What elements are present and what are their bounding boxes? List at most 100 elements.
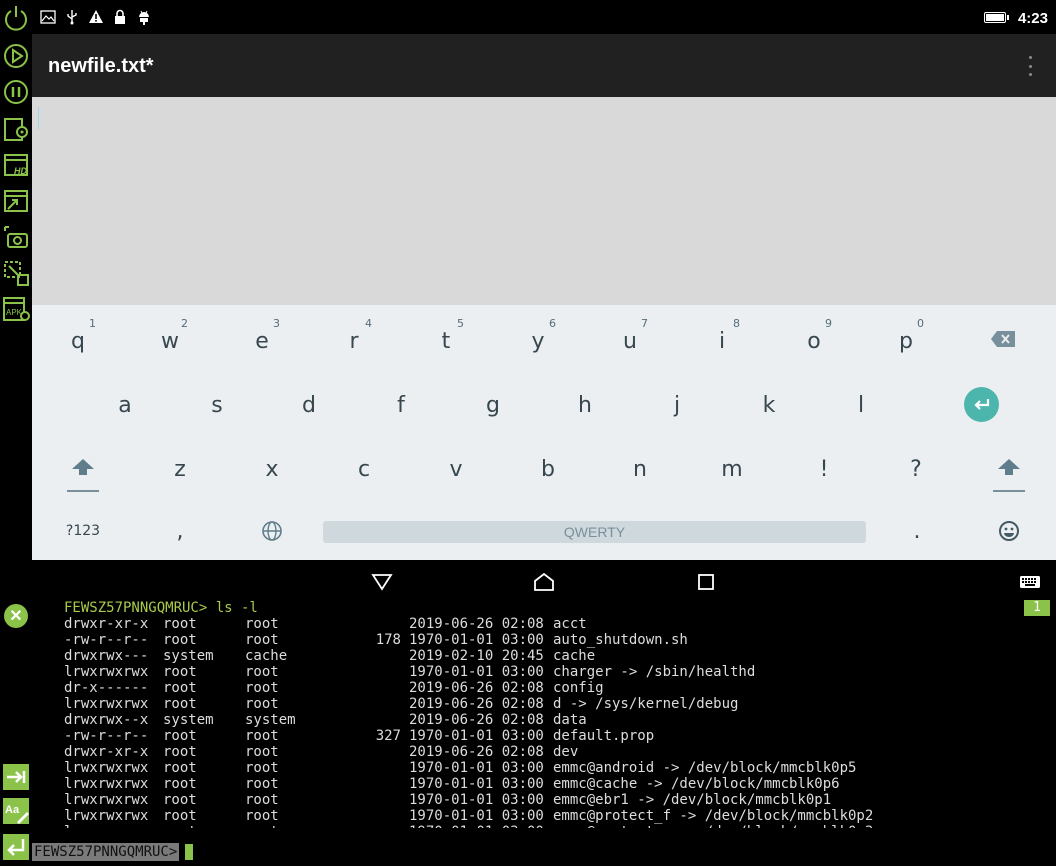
listing-perm: lrwxrwxrwx bbox=[64, 808, 149, 824]
key-x[interactable]: x bbox=[226, 437, 318, 501]
listing-size bbox=[335, 744, 401, 760]
terminal-output: FEWSZ57PNNGQMRUC> ls -l 1 drwxr-xr-x root… bbox=[32, 600, 1056, 828]
key-exclamation[interactable]: ! bbox=[778, 437, 870, 501]
close-session-icon[interactable]: ✕ bbox=[4, 604, 28, 628]
globe-icon[interactable] bbox=[226, 499, 318, 563]
listing-owner: root bbox=[163, 792, 197, 808]
key-m[interactable]: m bbox=[686, 437, 778, 501]
key-label: y bbox=[531, 328, 545, 354]
period-key[interactable]: . bbox=[871, 499, 963, 563]
key-p[interactable]: p0 bbox=[860, 309, 952, 373]
key-label: i bbox=[718, 328, 726, 354]
key-o[interactable]: o9 bbox=[768, 309, 860, 373]
key-u[interactable]: u7 bbox=[584, 309, 676, 373]
listing-size bbox=[335, 824, 401, 828]
listing-perm: -rw-r--r-- bbox=[64, 632, 149, 648]
listing-owner: root bbox=[163, 616, 197, 632]
tab-key-icon[interactable] bbox=[1, 762, 31, 792]
hd-label: HD bbox=[14, 166, 27, 176]
listing-perm: dr-x------ bbox=[64, 680, 149, 696]
key-hint: 0 bbox=[917, 317, 924, 330]
listing-row: lrwxrwxrwx root root 1970-01-01 03:00 emmc@e… bbox=[64, 792, 873, 808]
key-j[interactable]: j bbox=[631, 373, 723, 437]
play-icon[interactable] bbox=[1, 41, 31, 71]
listing-perm: drwxrwx--x bbox=[64, 712, 149, 728]
listing-size bbox=[335, 808, 401, 824]
key-question[interactable]: ? bbox=[870, 437, 962, 501]
pause-icon[interactable] bbox=[1, 77, 31, 107]
key-b[interactable]: b bbox=[502, 437, 594, 501]
more-vert-icon[interactable] bbox=[1022, 56, 1038, 76]
listing-owner: root bbox=[163, 664, 197, 680]
key-i[interactable]: i8 bbox=[676, 309, 768, 373]
soft-keyboard: q1w2e3r4t5y6u7i8o9p0 asdfghjkl z x c v b n m!?… bbox=[32, 305, 1056, 560]
listing-group: root bbox=[245, 824, 335, 828]
listing-name: default.prop bbox=[553, 728, 655, 744]
listing-date: 1970-01-01 03:00 bbox=[409, 760, 544, 776]
key-s[interactable]: s bbox=[171, 373, 263, 437]
text-editor[interactable] bbox=[32, 97, 1056, 305]
space-bar[interactable]: QWERTY bbox=[323, 521, 866, 543]
key-d[interactable]: d bbox=[263, 373, 355, 437]
key-r[interactable]: r4 bbox=[308, 309, 400, 373]
key-e[interactable]: e3 bbox=[216, 309, 308, 373]
listing-row: lrwxrwxrwxrootroot1970-01-01 03:00emmc@p… bbox=[64, 824, 873, 828]
keyboard-icon[interactable] bbox=[1018, 572, 1042, 592]
key-w[interactable]: w2 bbox=[124, 309, 216, 373]
apk-install-icon[interactable]: APK bbox=[1, 294, 31, 324]
key-g[interactable]: g bbox=[447, 373, 539, 437]
key-a[interactable]: a bbox=[79, 373, 171, 437]
listing-perm: drwxrwx--- bbox=[64, 648, 149, 664]
listing-group: root bbox=[245, 616, 279, 632]
key-label: q bbox=[71, 328, 85, 354]
listing-perm: lrwxrwxrwx bbox=[64, 776, 149, 792]
region-select-icon[interactable] bbox=[1, 258, 31, 288]
hd-window-icon[interactable]: HD bbox=[1, 150, 31, 180]
enter-key[interactable] bbox=[964, 387, 999, 422]
power-icon[interactable] bbox=[1, 3, 31, 33]
backspace-key[interactable] bbox=[957, 307, 1049, 371]
symbols-key[interactable]: ?123 bbox=[37, 499, 129, 563]
settings-window-icon[interactable] bbox=[1, 114, 31, 144]
listing-name: data bbox=[553, 712, 587, 728]
key-hint: 6 bbox=[549, 317, 556, 330]
key-f[interactable]: f bbox=[355, 373, 447, 437]
screenshot-camera-icon[interactable] bbox=[1, 222, 31, 252]
app-bar: newfile.txt* bbox=[32, 34, 1056, 97]
listing-date: 2019-06-26 02:08 bbox=[409, 744, 544, 760]
listing-size bbox=[335, 776, 401, 792]
listing-perm: lrwxrwxrwx bbox=[64, 792, 149, 808]
key-l[interactable]: l bbox=[815, 373, 907, 437]
text-edit-icon[interactable]: Aa bbox=[1, 796, 31, 826]
key-t[interactable]: t5 bbox=[400, 309, 492, 373]
enter-key-icon[interactable] bbox=[1, 832, 31, 862]
listing-size bbox=[335, 792, 401, 808]
listing-name: emmc@protect_s -> /dev/block/mmcblk0p3 bbox=[553, 824, 873, 828]
recents-icon[interactable] bbox=[694, 572, 718, 592]
listing-date: 1970-01-01 03:00 bbox=[409, 792, 544, 808]
key-n[interactable]: n bbox=[594, 437, 686, 501]
window-number-badge[interactable]: 1 bbox=[1024, 600, 1050, 616]
key-v[interactable]: v bbox=[410, 437, 502, 501]
listing-row: lrwxrwxrwx root root 1970-01-01 03:00 charge… bbox=[64, 664, 873, 680]
command-input[interactable]: FEWSZ57PNNGQMRUC> bbox=[32, 843, 194, 861]
listing-size bbox=[335, 680, 401, 696]
emoji-icon[interactable] bbox=[963, 499, 1055, 563]
listing-owner: root bbox=[163, 776, 197, 792]
comma-key[interactable]: , bbox=[134, 499, 226, 563]
back-icon[interactable] bbox=[370, 572, 394, 592]
listing-group: root bbox=[245, 776, 279, 792]
resize-window-icon[interactable] bbox=[1, 186, 31, 216]
key-y[interactable]: y6 bbox=[492, 309, 584, 373]
home-icon[interactable] bbox=[532, 572, 556, 592]
key-c[interactable]: c bbox=[318, 437, 410, 501]
key-q[interactable]: q1 bbox=[32, 309, 124, 373]
key-hint: 1 bbox=[89, 317, 96, 330]
key-h[interactable]: h bbox=[539, 373, 631, 437]
key-z[interactable]: z bbox=[134, 437, 226, 501]
listing-perm: lrwxrwxrwx bbox=[64, 760, 149, 776]
key-k[interactable]: k bbox=[723, 373, 815, 437]
key-hint: 7 bbox=[641, 317, 648, 330]
key-hint: 8 bbox=[733, 317, 740, 330]
listing-date: 2019-06-26 02:08 bbox=[409, 616, 544, 632]
